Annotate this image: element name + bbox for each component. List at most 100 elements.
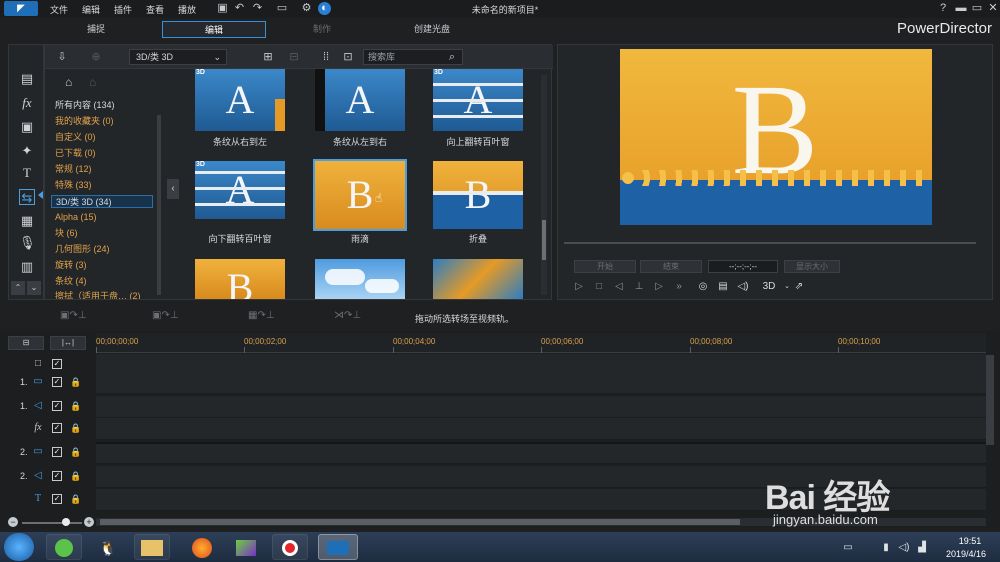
taskbar-firefox-icon[interactable] (184, 534, 220, 560)
lock-icon[interactable]: 🔒 (70, 400, 81, 412)
chevron-down-icon[interactable]: ⌄ (27, 281, 41, 295)
help-icon[interactable]: ? (936, 2, 950, 15)
tab-create-disc[interactable]: 创建光盘 (380, 21, 484, 38)
voiceover-mic-icon[interactable]: 🎙 (19, 235, 36, 251)
clock-time[interactable]: 19:51 (948, 536, 992, 546)
save-icon[interactable]: ▣ (216, 2, 229, 15)
taskbar-app-360-icon[interactable] (46, 534, 82, 560)
split-icon[interactable]: ⊥ (632, 280, 646, 293)
media-room-icon[interactable]: ▤ (19, 71, 35, 87)
particle-room-icon[interactable]: ✦ (19, 143, 35, 159)
stop-icon[interactable]: □ (592, 280, 606, 293)
tray-network-icon[interactable]: ▟ (916, 542, 928, 554)
display-size-dropdown[interactable]: 显示大小 (784, 260, 840, 273)
taskbar-qq-icon[interactable]: 🐧 (90, 534, 126, 560)
menu-file[interactable]: 文件 (50, 3, 68, 16)
fx-room-icon[interactable]: fx (19, 95, 35, 111)
volume-icon[interactable]: ◁) (736, 280, 750, 293)
category-item[interactable]: 几何图形 (24) (51, 243, 153, 256)
menu-plugins[interactable]: 插件 (114, 3, 132, 16)
category-item[interactable]: 旋转 (3) (51, 259, 153, 272)
start-button[interactable] (4, 533, 34, 561)
taskbar-powerdirector-icon[interactable] (318, 534, 358, 560)
minimize-icon[interactable]: ▬ (954, 2, 968, 15)
aspect-ratio-icon[interactable]: ▭ (272, 2, 292, 15)
track-row[interactable] (96, 396, 986, 418)
zoom-out-icon[interactable]: − (8, 517, 18, 527)
subtitle-icon[interactable]: ▤ (716, 280, 730, 293)
category-item[interactable]: 特殊 (33) (51, 179, 153, 192)
chevron-up-icon[interactable]: ⌃ (11, 281, 25, 295)
timeline-vertical-scrollbar[interactable] (986, 355, 994, 445)
timeline-view-button[interactable]: ⊟ (8, 336, 44, 350)
redo-icon[interactable]: ↷ (251, 2, 264, 15)
category-item[interactable]: 我的收藏夹 (0) (51, 115, 153, 128)
transition-thumbnail[interactable] (315, 259, 405, 299)
lock-icon[interactable]: 🔒 (70, 470, 81, 482)
play-icon[interactable]: ▷ (572, 280, 586, 293)
zoom-in-icon[interactable]: + (84, 517, 94, 527)
restore-icon[interactable]: ▭ (970, 2, 984, 15)
pip-room-icon[interactable]: ▣ (19, 119, 35, 135)
lock-icon[interactable]: 🔒 (70, 422, 81, 434)
category-item[interactable]: 已下载 (0) (51, 147, 153, 160)
track-row[interactable] (96, 372, 986, 394)
category-item[interactable]: 常规 (12) (51, 163, 153, 176)
transition-thumbnail[interactable]: B (433, 161, 523, 229)
transition-thumbnail[interactable]: 3D A (433, 69, 523, 131)
search-icon[interactable]: ⌕ (445, 50, 459, 64)
category-item[interactable]: 块 (6) (51, 227, 153, 240)
transition-thumbnail-selected[interactable]: B ☝ (313, 159, 407, 231)
collapse-panel-button[interactable]: ‹ (167, 179, 179, 199)
mark-in-button[interactable]: 开始 (574, 260, 636, 273)
timecode-display[interactable]: --;--;--;-- (708, 260, 778, 273)
previous-frame-icon[interactable]: ◁ (612, 280, 626, 293)
undo-icon[interactable]: ↶ (233, 2, 246, 15)
fit-timeline-button[interactable]: |↔| (50, 336, 86, 350)
taskbar-explorer-icon[interactable] (134, 534, 170, 560)
track-enable-checkbox[interactable]: ✓ (52, 423, 62, 433)
zoom-slider-knob[interactable] (62, 518, 70, 526)
category-item[interactable]: 擦拭（适用于盘… (2) (51, 290, 153, 299)
undock-icon[interactable]: ⇗ (792, 280, 806, 293)
import-media-icon[interactable]: ⇩ (55, 50, 69, 64)
clock-date[interactable]: 2019/4/16 (938, 549, 994, 559)
title-room-icon[interactable]: T (19, 165, 35, 181)
tab-produce[interactable]: 制作 (270, 21, 374, 38)
preview-timeline-bar[interactable] (564, 242, 976, 244)
track-row[interactable] (96, 442, 986, 464)
category-dropdown[interactable]: 3D/类 3D ⌄ (129, 49, 227, 65)
category-item[interactable]: 所有内容 (134) (51, 99, 153, 112)
transition-thumbnail[interactable] (433, 259, 523, 299)
category-item-selected[interactable]: 3D/类 3D (34) (51, 195, 153, 208)
track-enable-checkbox[interactable]: ✓ (52, 359, 62, 369)
track-enable-checkbox[interactable]: ✓ (52, 471, 62, 481)
thumbnail-scrollbar-track[interactable] (541, 75, 547, 295)
tab-capture[interactable]: 捕捉 (44, 21, 148, 38)
track-enable-checkbox[interactable]: ✓ (52, 401, 62, 411)
3d-mode-button[interactable]: 3D (758, 280, 780, 293)
audio-mixing-icon[interactable]: ▦ (19, 213, 35, 229)
tray-keyboard-icon[interactable]: ▭ (842, 542, 854, 554)
category-item[interactable]: 自定义 (0) (51, 131, 153, 144)
zoom-slider[interactable] (22, 522, 82, 524)
add-to-track-icon[interactable]: ⊞ (261, 50, 275, 64)
tag-add-icon[interactable]: ⌂ (65, 74, 81, 90)
category-scrollbar[interactable] (157, 115, 161, 295)
transition-thumbnail[interactable]: 3D A (315, 69, 405, 131)
lock-icon[interactable]: 🔒 (70, 446, 81, 458)
account-icon[interactable]: ◐ (318, 2, 331, 15)
grid-view-icon[interactable]: ⁞⁞ (319, 50, 333, 64)
category-item[interactable]: 条纹 (4) (51, 275, 153, 288)
transition-room-icon[interactable]: ⇆ (19, 189, 35, 205)
tab-edit[interactable]: 编辑 (162, 21, 266, 38)
fast-forward-icon[interactable]: » (672, 280, 686, 293)
track-row[interactable] (96, 418, 986, 440)
menu-edit[interactable]: 编辑 (82, 3, 100, 16)
tray-volume-icon[interactable]: ◁) (898, 542, 910, 554)
thumbnail-scrollbar-thumb[interactable] (542, 220, 546, 260)
close-icon[interactable]: ✕ (986, 2, 1000, 15)
taskbar-media-icon[interactable] (228, 534, 264, 560)
lock-icon[interactable]: 🔒 (70, 493, 81, 505)
menu-play[interactable]: 播放 (178, 3, 196, 16)
